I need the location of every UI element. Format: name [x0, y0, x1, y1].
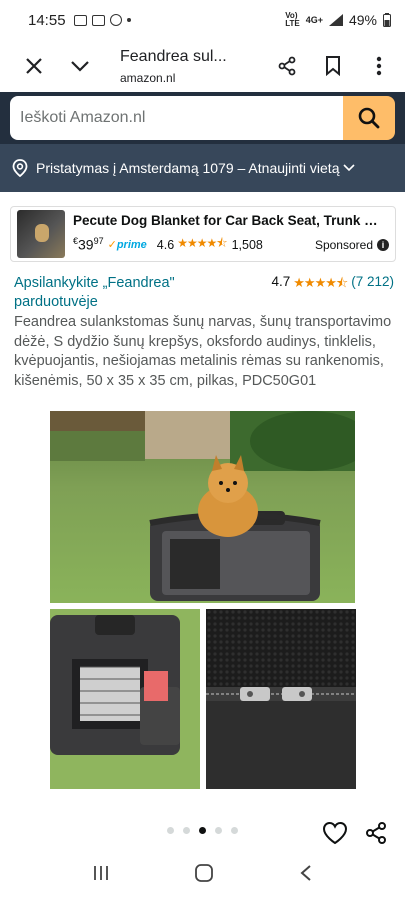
mail-notification-icon [91, 14, 105, 26]
recent-apps-button[interactable] [92, 864, 110, 887]
sponsored-product-image [17, 210, 65, 258]
pagination-dot[interactable] [167, 827, 174, 834]
pagination-dot[interactable] [215, 827, 222, 834]
product-image-side[interactable] [50, 609, 200, 789]
product-image-main[interactable] [50, 411, 355, 603]
more-options-button[interactable] [359, 46, 399, 86]
location-pin-icon [12, 159, 28, 177]
share-icon [278, 56, 296, 76]
battery-level: 49% [348, 12, 377, 28]
more-vert-icon [376, 56, 382, 76]
system-nav-bar [0, 850, 405, 900]
tab-title-block: Feandrea sul... amazon.nl [120, 48, 227, 85]
sponsored-product-card[interactable]: Pecute Dog Blanket for Car Back Seat, Tr… [10, 206, 396, 262]
sponsored-label[interactable]: Sponsored i [315, 238, 389, 252]
whatsapp-notification-icon [109, 14, 122, 26]
chevron-down-icon [343, 164, 356, 172]
product-image-zipper-detail[interactable] [206, 609, 356, 789]
delivery-location-bar[interactable]: Pristatymas į Amsterdamą 1079 – Atnaujin… [0, 144, 405, 192]
status-time: 14:55 [28, 11, 66, 29]
product-title: Feandrea sulankstomas šunų narvas, šunų … [14, 314, 392, 389]
close-icon [26, 58, 42, 74]
pagination-dot-active[interactable] [199, 827, 206, 834]
status-bar: 14:55 Vo) LTE 4G+ 49% [0, 0, 405, 40]
pagination-dot[interactable] [183, 827, 190, 834]
product-review-count: (7 212) [351, 274, 394, 289]
search-icon [358, 107, 380, 129]
prime-badge: ✓prime [107, 239, 147, 251]
dog-in-carrier-illustration [50, 411, 355, 601]
pagination-dot[interactable] [231, 827, 238, 834]
volte-icon: Vo) LTE [285, 11, 300, 28]
recent-apps-icon [94, 865, 109, 880]
bookmark-button[interactable] [313, 46, 353, 86]
search-placeholder: Ieškoti Amazon.nl [20, 109, 146, 126]
star-rating-icon: ★★★★⯪ [177, 236, 227, 250]
bookmark-icon [326, 56, 340, 76]
home-button[interactable] [194, 863, 214, 888]
add-to-list-button[interactable] [322, 821, 348, 850]
store-link[interactable]: Apsilankykite „Feandrea" parduotuvėje [14, 274, 234, 312]
star-rating-icon: ★★★★⯪ [293, 275, 348, 290]
sponsored-price: €3997 [73, 236, 104, 253]
tab-title: Feandrea sul... [120, 47, 227, 65]
share-tab-button[interactable] [267, 46, 307, 86]
product-rating[interactable]: 4.7 ★★★★⯪ (7 212) [272, 274, 395, 312]
delivery-text: Pristatymas į Amsterdamą 1079 – Atnaujin… [36, 160, 340, 176]
product-rating-value: 4.7 [271, 274, 291, 289]
store-rating-row: Apsilankykite „Feandrea" parduotuvėje 4.… [14, 274, 394, 312]
minimize-tab-button[interactable] [60, 46, 100, 86]
back-button[interactable] [299, 864, 313, 887]
close-tab-button[interactable] [14, 46, 54, 86]
sponsored-review-count: 1,508 [231, 237, 263, 252]
custom-tab-bar: Feandrea sul... amazon.nl [0, 40, 405, 92]
battery-icon [383, 13, 391, 27]
more-notifications-icon [126, 18, 131, 22]
info-icon: i [377, 238, 389, 251]
home-icon [195, 863, 214, 882]
signal-icon [328, 14, 343, 26]
back-icon [300, 864, 311, 881]
heart-icon [322, 821, 348, 845]
zipper-detail-illustration [206, 609, 356, 789]
carrier-side-illustration [50, 609, 200, 789]
search-button[interactable] [343, 96, 395, 140]
gallery-notification-icon [73, 14, 87, 26]
search-input[interactable]: Ieškoti Amazon.nl [10, 96, 343, 140]
share-product-button[interactable] [364, 821, 388, 850]
tab-url: amazon.nl [120, 70, 176, 85]
chevron-down-icon [71, 61, 89, 72]
sponsored-product-title: Pecute Dog Blanket for Car Back Seat, Tr… [73, 213, 383, 228]
amazon-header: Ieškoti Amazon.nl [0, 92, 405, 144]
share-icon [366, 822, 386, 844]
sponsored-rating: 4.6 [156, 237, 175, 252]
network-type: 4G+ [305, 15, 323, 25]
